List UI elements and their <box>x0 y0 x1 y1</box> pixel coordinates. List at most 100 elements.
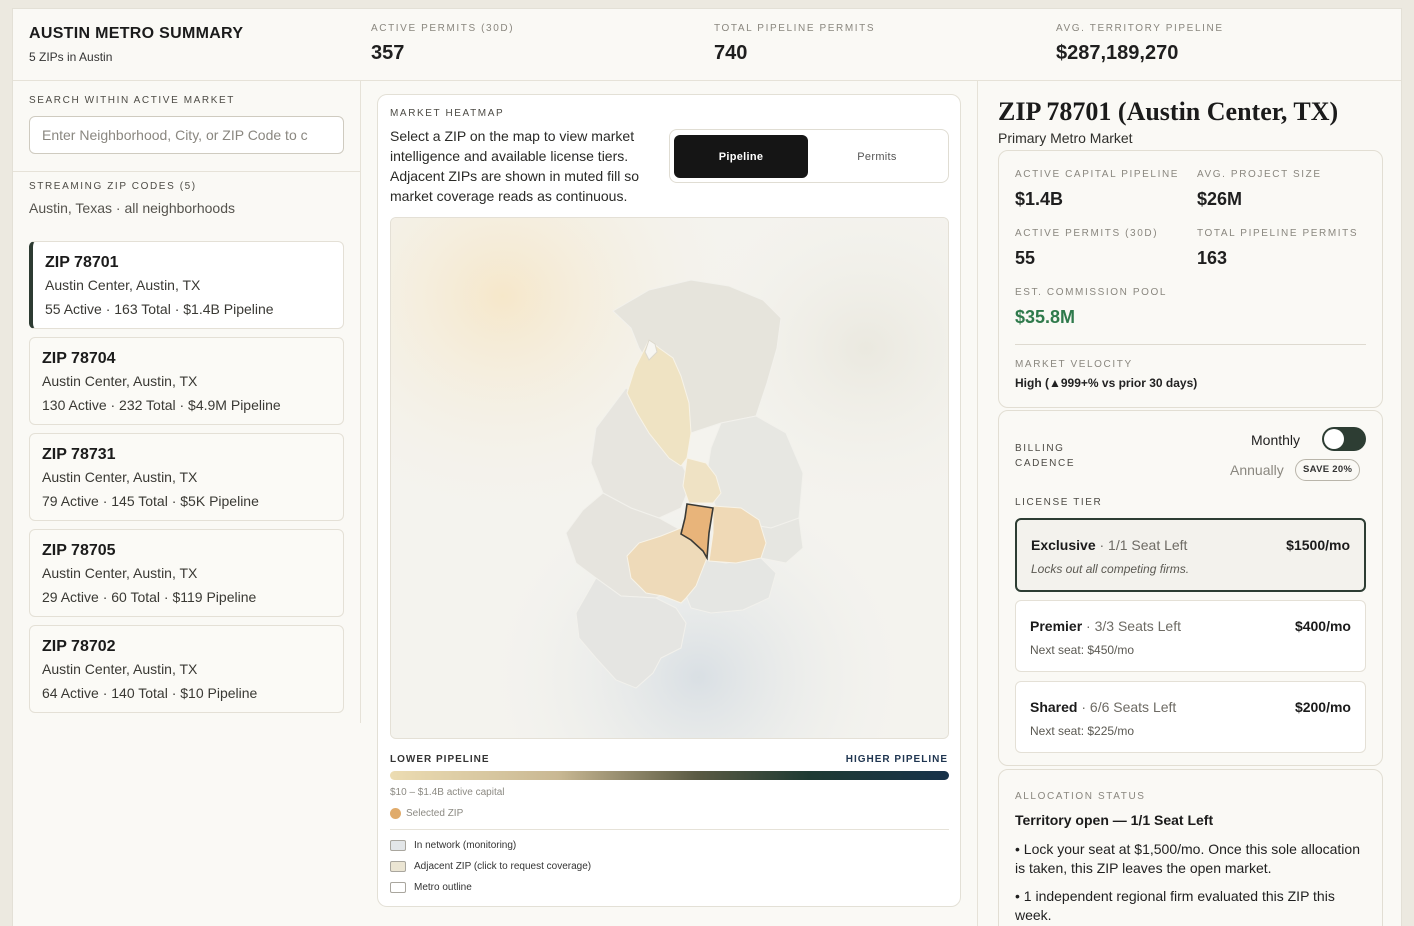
tier-title: Shared <box>1030 699 1078 715</box>
stat-total-permits-value: 740 <box>714 42 748 64</box>
zip-card-stats: 79 Active · 145 Total · $5K Pipeline <box>42 493 259 509</box>
zip-detail-subtitle: Primary Metro Market <box>998 130 1133 146</box>
heatmap-label: MARKET HEATMAP <box>390 108 505 119</box>
key-label: Metro outline <box>414 882 472 893</box>
metric-avg-project: $26M <box>1197 189 1243 209</box>
metric-total-permits: 163 <box>1197 248 1228 268</box>
tier-name: Exclusive · 1/1 Seat Left <box>1031 537 1187 553</box>
tab-pipeline[interactable]: Pipeline <box>674 135 808 178</box>
tab-permits[interactable]: Permits <box>810 135 944 178</box>
velocity-label: MARKET VELOCITY <box>1015 359 1133 370</box>
metric-commission-pool: $35.8M <box>1015 307 1076 327</box>
tier-seats: · 6/6 Seats Left <box>1077 699 1177 715</box>
metric-label: ACTIVE PERMITS (30D) <box>1015 228 1159 239</box>
zip-card-location: Austin Center, Austin, TX <box>42 661 198 677</box>
allocation-bullet: • Lock your seat at $1,500/mo. Once this… <box>1015 841 1360 876</box>
divider <box>977 81 978 926</box>
allocation-bullet: • 1 independent regional firm evaluated … <box>1015 888 1335 923</box>
tier-name: Premier · 3/3 Seats Left <box>1030 618 1181 634</box>
tier-seats: · 1/1 Seat Left <box>1095 537 1188 553</box>
metric-label: AVG. PROJECT SIZE <box>1197 169 1322 180</box>
metric-active-capital: $1.4B <box>1015 189 1064 209</box>
allocation-status-card: ALLOCATION STATUS Territory open — 1/1 S… <box>998 769 1383 926</box>
license-card: BILLING CADENCE Monthly Annually SAVE 20… <box>998 410 1383 766</box>
stat-active-permits-label: ACTIVE PERMITS (30D) <box>371 23 515 34</box>
legend-low-label: LOWER PIPELINE <box>390 754 490 765</box>
stat-total-permits-label: TOTAL PIPELINE PERMITS <box>714 23 876 34</box>
zip-card-location: Austin Center, Austin, TX <box>45 277 201 293</box>
key-in-network: In network (monitoring) <box>390 840 516 851</box>
metric-label: EST. COMMISSION POOL <box>1015 287 1168 298</box>
tier-premier[interactable]: Premier · 3/3 Seats Left $400/mo Next se… <box>1015 600 1366 672</box>
metric-active-permits: 55 <box>1015 248 1036 268</box>
allocation-title: Territory open — 1/1 Seat Left <box>1015 812 1214 828</box>
streaming-zips-label: STREAMING ZIP CODES (5) <box>29 181 197 192</box>
zip-card-78705[interactable]: ZIP 78705 Austin Center, Austin, TX 29 A… <box>29 529 344 617</box>
metro-summary-header: AUSTIN METRO SUMMARY 5 ZIPs in Austin AC… <box>13 9 1401 81</box>
billing-cadence-toggle[interactable] <box>1322 427 1366 451</box>
key-metro-outline: Metro outline <box>390 882 472 893</box>
heatmap-description: Select a ZIP on the map to view market i… <box>390 128 640 204</box>
zip-card-title: ZIP 78704 <box>42 350 116 367</box>
zip-card-stats: 64 Active · 140 Total · $10 Pipeline <box>42 685 258 701</box>
zip-detail-title: ZIP 78701 (Austin Center, TX) <box>998 97 1339 126</box>
divider <box>390 829 949 830</box>
zip-card-title: ZIP 78701 <box>45 254 119 271</box>
tier-note: Next seat: $225/mo <box>1030 724 1135 738</box>
zip-card-78704[interactable]: ZIP 78704 Austin Center, Austin, TX 130 … <box>29 337 344 425</box>
save-badge: SAVE 20% <box>1295 459 1361 481</box>
pipeline-gradient-scale <box>390 771 949 780</box>
key-adjacent: Adjacent ZIP (click to request coverage) <box>390 861 591 872</box>
legend-high-label: HIGHER PIPELINE <box>845 754 948 765</box>
divider <box>13 171 360 172</box>
tier-name: Shared · 6/6 Seats Left <box>1030 699 1176 715</box>
allocation-label: ALLOCATION STATUS <box>1015 791 1146 802</box>
zip-map[interactable] <box>390 217 949 739</box>
billing-cadence-label: BILLING CADENCE <box>1015 443 1076 469</box>
zip-card-78701[interactable]: ZIP 78701 Austin Center, Austin, TX 55 A… <box>29 241 344 329</box>
metric-toggle: Pipeline Permits <box>669 129 949 183</box>
pipeline-range: $10 – $1.4B active capital <box>390 787 505 798</box>
zip-card-title: ZIP 78702 <box>42 638 116 655</box>
billing-monthly-label: Monthly <box>1251 432 1301 448</box>
tier-note: Next seat: $450/mo <box>1030 643 1135 657</box>
zip-card-location: Austin Center, Austin, TX <box>42 565 198 581</box>
key-label: Adjacent ZIP (click to request coverage) <box>414 861 592 872</box>
zip-card-title: ZIP 78731 <box>42 446 116 463</box>
tier-note: Locks out all competing firms. <box>1031 562 1190 576</box>
swatch-icon <box>390 861 406 872</box>
zip-card-location: Austin Center, Austin, TX <box>42 373 198 389</box>
stat-avg-pipeline-value: $287,189,270 <box>1056 42 1179 64</box>
swatch-icon <box>390 882 406 893</box>
metric-label: TOTAL PIPELINE PERMITS <box>1197 228 1359 239</box>
tier-title: Exclusive <box>1031 537 1096 553</box>
tier-title: Premier <box>1030 618 1083 634</box>
stat-active-permits-value: 357 <box>371 42 405 64</box>
page-title: AUSTIN METRO SUMMARY <box>29 25 244 42</box>
tier-exclusive[interactable]: Exclusive · 1/1 Seat Left $1500/mo Locks… <box>1015 518 1366 592</box>
billing-annually-label: Annually <box>1230 462 1284 478</box>
streaming-zips-subtitle: Austin, Texas · all neighborhoods <box>29 200 235 216</box>
map-svg <box>391 218 948 738</box>
divider <box>1015 344 1366 345</box>
velocity-value: High (▲999+% vs prior 30 days) <box>1015 376 1198 390</box>
selected-zip-dot-icon <box>390 808 401 819</box>
zip-card-78731[interactable]: ZIP 78731 Austin Center, Austin, TX 79 A… <box>29 433 344 521</box>
zip-card-78702[interactable]: ZIP 78702 Austin Center, Austin, TX 64 A… <box>29 625 344 713</box>
search-input[interactable] <box>29 116 344 154</box>
zip-card-stats: 55 Active · 163 Total · $1.4B Pipeline <box>45 301 274 317</box>
zip-card-title: ZIP 78705 <box>42 542 116 559</box>
zip-card-stats: 29 Active · 60 Total · $119 Pipeline <box>42 589 257 605</box>
tier-price: $200/mo <box>1294 699 1351 715</box>
market-heatmap-panel: MARKET HEATMAP Select a ZIP on the map t… <box>377 94 961 907</box>
market-metrics-card: ACTIVE CAPITAL PIPELINE $1.4B AVG. PROJE… <box>998 150 1383 408</box>
toggle-knob <box>1324 429 1344 449</box>
search-label: SEARCH WITHIN ACTIVE MARKET <box>29 95 235 106</box>
swatch-icon <box>390 840 406 851</box>
tier-shared[interactable]: Shared · 6/6 Seats Left $200/mo Next sea… <box>1015 681 1366 753</box>
metric-label: ACTIVE CAPITAL PIPELINE <box>1015 169 1180 180</box>
stat-avg-pipeline-label: AVG. TERRITORY PIPELINE <box>1056 23 1224 34</box>
zip-card-stats: 130 Active · 232 Total · $4.9M Pipeline <box>42 397 281 413</box>
tier-price: $1500/mo <box>1286 537 1350 553</box>
license-tier-label: LICENSE TIER <box>1015 497 1103 508</box>
